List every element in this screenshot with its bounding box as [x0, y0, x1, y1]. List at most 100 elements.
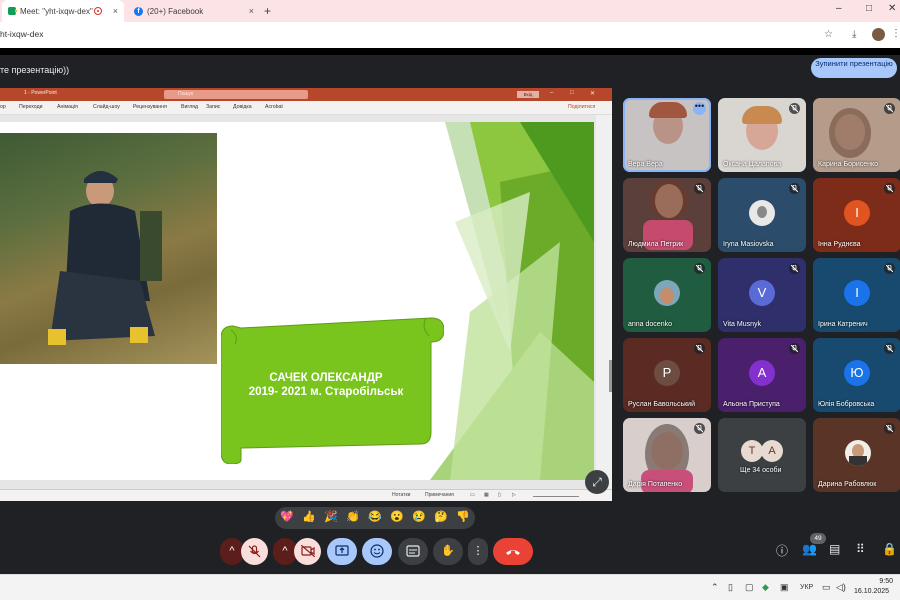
mic-off-icon: [248, 545, 261, 558]
avatar: А: [761, 440, 783, 462]
more-options-button[interactable]: ⋮: [468, 538, 488, 565]
participant-tile[interactable]: Дарина Рабовлюк: [813, 418, 900, 492]
printer-icon[interactable]: ▢: [745, 582, 754, 593]
people-icon[interactable]: 👥: [802, 542, 817, 556]
mic-off-icon: [789, 103, 800, 114]
more-options-icon[interactable]: •••: [693, 102, 706, 115]
reaction-party[interactable]: 🎉: [324, 510, 338, 523]
sign-in-button[interactable]: Вхід: [517, 91, 539, 98]
participant-tile[interactable]: Дарія Потапенко: [623, 418, 711, 492]
camera-toggle-button[interactable]: [294, 538, 321, 565]
participant-tile[interactable]: Людмила Петрик: [623, 178, 711, 252]
slide-scrollbar[interactable]: [596, 115, 612, 490]
slideshow-icon[interactable]: ▷: [512, 492, 516, 498]
ribbon-tab[interactable]: Рецензування: [133, 104, 167, 110]
star-icon[interactable]: ☆: [824, 29, 833, 40]
reaction-thumbs-up[interactable]: 👍: [302, 510, 316, 523]
mic-toggle-button[interactable]: [241, 538, 268, 565]
mic-off-icon: [789, 343, 800, 354]
maximize-icon[interactable]: □: [570, 90, 574, 96]
ribbon-tab[interactable]: Анімація: [57, 104, 78, 110]
url-field[interactable]: ht-ixqw-dex: [0, 29, 43, 39]
participant-tile[interactable]: І Інна Руднєва: [813, 178, 900, 252]
slide-canvas: САЧЕК ОЛЕКСАНДР 2019- 2021 м. Старобільс…: [0, 115, 612, 490]
clock-date[interactable]: 16.10.2025: [854, 588, 889, 595]
reaction-thinking[interactable]: 🤔: [434, 510, 448, 523]
avatar: [749, 200, 775, 226]
maximize-button[interactable]: □: [866, 3, 872, 14]
monitor-icon[interactable]: ▭: [822, 582, 831, 593]
ribbon-tab[interactable]: Acrobat: [265, 104, 283, 110]
ribbon-tab[interactable]: Довідка: [233, 104, 252, 110]
participant-tile[interactable]: Iryna Masiovska: [718, 178, 806, 252]
participant-tile[interactable]: Р Руслан Бавольський: [623, 338, 711, 412]
reaction-thumbs-down[interactable]: 👎: [456, 510, 470, 523]
tab-facebook[interactable]: f (20+) Facebook ×: [128, 0, 260, 22]
zoom-slider[interactable]: [533, 496, 579, 497]
close-tab-button[interactable]: ×: [113, 6, 118, 16]
more-participants-tile[interactable]: Т А Ще 34 особи: [718, 418, 806, 492]
chevron-up-icon[interactable]: ⌃: [711, 582, 719, 593]
participant-tile[interactable]: ••• Вера Вера: [623, 98, 711, 172]
ribbon-tab[interactable]: ор: [0, 104, 6, 110]
captions-button[interactable]: [398, 538, 428, 565]
clock-time[interactable]: 9:50: [871, 578, 893, 585]
avatar: V: [749, 280, 775, 306]
leave-call-button[interactable]: [493, 538, 533, 565]
participant-tile[interactable]: Ю Юлія Бобровська: [813, 338, 900, 412]
network-icon[interactable]: ▣: [780, 582, 789, 593]
reaction-heart[interactable]: 💖: [280, 510, 294, 523]
participant-name: Вера Вера: [628, 161, 663, 168]
reaction-clap[interactable]: 👏: [346, 510, 360, 523]
reaction-sad[interactable]: 😢: [412, 510, 426, 523]
expand-icon[interactable]: ⤢: [585, 470, 609, 494]
reaction-laugh[interactable]: 😂: [368, 510, 382, 523]
stop-presenting-button[interactable]: Зупинити презентацію: [811, 58, 897, 78]
profile-avatar[interactable]: [872, 28, 885, 41]
reactions-button[interactable]: [362, 538, 392, 565]
ribbon-tab[interactable]: Переходи: [19, 104, 43, 110]
comments-button[interactable]: Примечания: [425, 492, 454, 498]
minimize-icon[interactable]: –: [550, 90, 553, 96]
download-icon[interactable]: ⤓: [852, 29, 856, 40]
presenting-bar: те презентацію)): [0, 48, 900, 86]
reading-view-icon[interactable]: ▯: [498, 492, 501, 498]
close-icon[interactable]: ✕: [590, 90, 595, 97]
slide-sorter-icon[interactable]: ▦: [484, 492, 489, 498]
chat-icon[interactable]: ▤: [829, 542, 840, 556]
participant-tile[interactable]: anna docenko: [623, 258, 711, 332]
notes-button[interactable]: Нотатки: [392, 492, 410, 498]
raise-hand-button[interactable]: ✋: [433, 538, 463, 565]
participant-tile[interactable]: І Ірина Катренич: [813, 258, 900, 332]
participant-tile[interactable]: Оксана Цалапова: [718, 98, 806, 172]
close-window-button[interactable]: ✕: [888, 3, 896, 14]
tab-title: Meet: "yht-ixqw-dex": [20, 6, 93, 16]
tab-meet[interactable]: Meet: "yht-ixqw-dex" ×: [2, 0, 124, 22]
language-indicator[interactable]: УКР: [800, 584, 813, 591]
info-icon[interactable]: ⓘ: [776, 542, 788, 559]
menu-icon[interactable]: ⋮: [891, 28, 900, 39]
present-screen-button[interactable]: [327, 538, 357, 565]
ribbon-tab[interactable]: Вигляд: [181, 104, 198, 110]
share-button[interactable]: Поділитися: [568, 104, 595, 110]
ribbon-tab[interactable]: Слайд-шоу: [93, 104, 120, 110]
security-icon[interactable]: ◆: [762, 582, 769, 593]
participant-tile[interactable]: V Vita Musnyk: [718, 258, 806, 332]
reaction-surprised[interactable]: 😮: [390, 510, 404, 523]
ribbon-tab[interactable]: Запис: [206, 104, 220, 110]
avatar: Р: [654, 360, 680, 386]
usb-icon[interactable]: ▯: [728, 582, 733, 593]
more-vert-icon: ⋮: [472, 545, 484, 557]
activities-icon[interactable]: ⠿: [856, 542, 865, 556]
search-box[interactable]: Пошук: [164, 90, 308, 99]
normal-view-icon[interactable]: ▭: [470, 492, 475, 498]
participant-tile[interactable]: Карина Борисенко: [813, 98, 900, 172]
presenting-label: те презентацію)): [0, 65, 70, 75]
new-tab-button[interactable]: +: [264, 4, 271, 18]
volume-icon[interactable]: ◁): [836, 582, 846, 593]
minimize-button[interactable]: –: [836, 3, 842, 14]
host-controls-icon[interactable]: 🔒: [882, 542, 897, 556]
close-tab-button[interactable]: ×: [249, 6, 254, 16]
facebook-icon: f: [134, 6, 143, 16]
participant-tile[interactable]: А Альона Приступа: [718, 338, 806, 412]
